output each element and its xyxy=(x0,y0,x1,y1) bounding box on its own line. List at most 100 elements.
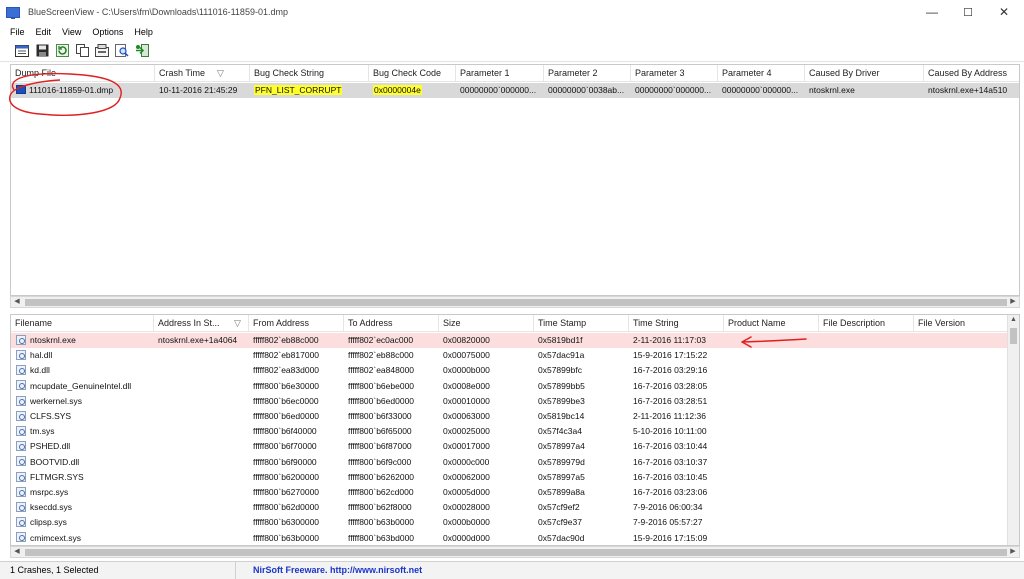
time-string-cell: 7-9-2016 05:57:27 xyxy=(633,517,703,528)
driver-filename: FLTMGR.SYS xyxy=(30,471,84,482)
nirsoft-link[interactable]: NirSoft Freeware. http://www.nirsoft.net xyxy=(236,562,422,579)
col-address-in-stack[interactable]: Address In St... ▽ xyxy=(154,315,249,332)
driver-row[interactable]: kd.dll fffff802`ea83d000 fffff802`ea848000… xyxy=(11,363,1019,378)
driver-filename: tm.sys xyxy=(30,426,55,437)
col-product-name[interactable]: Product Name xyxy=(724,315,819,332)
exit-icon[interactable] xyxy=(134,43,150,59)
to-address-cell: fffff800`b63bd000 xyxy=(348,532,415,543)
time-stamp-cell: 0x57dac90d xyxy=(538,532,585,543)
col-caused-by-driver[interactable]: Caused By Driver xyxy=(805,65,924,82)
driver-list[interactable]: Filename Address In St... ▽ From Address … xyxy=(10,314,1020,546)
col-time-stamp[interactable]: Time Stamp xyxy=(534,315,629,332)
to-address-cell: fffff800`b6262000 xyxy=(348,471,415,482)
col-parameter-3[interactable]: Parameter 3 xyxy=(631,65,718,82)
dump-file-icon xyxy=(16,85,26,95)
driver-file-icon xyxy=(16,471,26,482)
scroll-right-icon[interactable]: ▶ xyxy=(1007,547,1019,557)
to-address-cell: fffff800`b6ebe000 xyxy=(348,380,415,391)
time-stamp-cell: 0x578997a4 xyxy=(538,441,585,452)
driver-row[interactable]: werkernel.sys fffff800`b6ec0000 fffff800`b… xyxy=(11,394,1019,409)
driver-row[interactable]: hal.dll fffff802`eb817000 fffff802`eb88c00… xyxy=(11,348,1019,363)
properties-icon[interactable] xyxy=(14,43,30,59)
filename-cell: mcupdate_GenuineIntel.dll xyxy=(11,379,154,394)
from-address-cell: fffff802`eb88c000 xyxy=(253,335,319,345)
find-icon[interactable] xyxy=(114,43,130,59)
scroll-thumb[interactable] xyxy=(1010,328,1017,344)
maximize-button[interactable]: ☐ xyxy=(950,0,986,24)
menu-view[interactable]: View xyxy=(62,27,81,37)
col-parameter-1[interactable]: Parameter 1 xyxy=(456,65,544,82)
filename-cell: ntoskrnl.exe xyxy=(11,333,154,348)
filename-cell: PSHED.dll xyxy=(11,439,154,454)
menu-file[interactable]: File xyxy=(10,27,25,37)
col-file-description[interactable]: File Description xyxy=(819,315,914,332)
driver-list-vscrollbar[interactable]: ▲ xyxy=(1007,315,1019,545)
save-icon[interactable] xyxy=(34,43,50,59)
driver-row[interactable]: PSHED.dll fffff800`b6f70000 fffff800`b6f87… xyxy=(11,439,1019,454)
to-address-cell: fffff800`b62cd000 xyxy=(348,487,414,497)
driver-row[interactable]: msrpc.sys fffff800`b6270000 fffff800`b62cd… xyxy=(11,485,1019,500)
caused-by-driver-cell: ntoskrnl.exe xyxy=(809,85,855,95)
time-string-cell: 15-9-2016 17:15:09 xyxy=(633,532,708,543)
refresh-icon[interactable] xyxy=(54,43,70,59)
time-stamp-cell: 0x57899be3 xyxy=(538,395,585,406)
col-to-address[interactable]: To Address xyxy=(344,315,439,332)
scroll-left-icon[interactable]: ◀ xyxy=(11,297,23,307)
menu-bar: File Edit View Options Help xyxy=(0,24,1024,40)
time-string-cell: 15-9-2016 17:15:22 xyxy=(633,350,708,361)
to-address-cell: fffff800`b6ed0000 xyxy=(348,395,415,406)
col-from-address[interactable]: From Address xyxy=(249,315,344,332)
driver-row[interactable]: CLFS.SYS fffff800`b6ed0000 fffff800`b6f330… xyxy=(11,409,1019,424)
scroll-thumb[interactable] xyxy=(25,299,1007,306)
minimize-button[interactable]: — xyxy=(914,0,950,24)
crash-list-hscrollbar[interactable]: ◀ ▶ xyxy=(10,296,1020,308)
crash-list[interactable]: Dump File Crash Time ▽ Bug Check String B… xyxy=(10,64,1020,296)
col-parameter-4[interactable]: Parameter 4 xyxy=(718,65,805,82)
time-stamp-cell: 0x5789979d xyxy=(538,456,585,467)
col-file-version[interactable]: File Version xyxy=(914,315,1009,332)
col-size[interactable]: Size xyxy=(439,315,534,332)
col-caused-by-address[interactable]: Caused By Address xyxy=(924,65,1019,82)
menu-edit[interactable]: Edit xyxy=(36,27,52,37)
col-bug-check-string[interactable]: Bug Check String xyxy=(250,65,369,82)
col-bug-check-code[interactable]: Bug Check Code xyxy=(369,65,456,82)
parameter-1-cell: 00000000`000000... xyxy=(460,85,537,95)
address-in-stack-cell xyxy=(154,409,249,424)
col-dump-file[interactable]: Dump File xyxy=(11,65,155,82)
size-cell: 0x00062000 xyxy=(443,471,490,482)
scroll-left-icon[interactable]: ◀ xyxy=(11,547,23,557)
options-icon[interactable] xyxy=(94,43,110,59)
driver-row[interactable]: ntoskrnl.exe ntoskrnl.exe+1a4064 fffff802`… xyxy=(11,333,1019,348)
scroll-up-icon[interactable]: ▲ xyxy=(1010,316,1017,323)
driver-list-hscrollbar[interactable]: ◀ ▶ xyxy=(10,546,1020,558)
col-time-string[interactable]: Time String xyxy=(629,315,724,332)
crash-row[interactable]: 111016-11859-01.dmp 10-11-2016 21:45:29 … xyxy=(11,83,1019,98)
driver-row[interactable]: mcupdate_GenuineIntel.dll fffff800`b6e300… xyxy=(11,379,1019,394)
time-string-cell: 16-7-2016 03:10:44 xyxy=(633,441,708,452)
driver-row[interactable]: clipsp.sys fffff800`b6300000 fffff800`b63b… xyxy=(11,515,1019,530)
size-cell: 0x00025000 xyxy=(443,426,490,437)
scroll-thumb[interactable] xyxy=(25,549,1007,556)
time-string-cell: 2-11-2016 11:12:36 xyxy=(633,411,706,421)
driver-filename: hal.dll xyxy=(30,350,53,361)
driver-row[interactable]: FLTMGR.SYS fffff800`b6200000 fffff800`b626… xyxy=(11,470,1019,485)
size-cell: 0x0000c000 xyxy=(443,456,490,467)
driver-row[interactable]: BOOTVID.dll fffff800`b6f90000 fffff800`b6f… xyxy=(11,455,1019,470)
address-in-stack-cell xyxy=(154,394,249,409)
menu-help[interactable]: Help xyxy=(134,27,153,37)
from-address-cell: fffff800`b6200000 xyxy=(253,471,320,482)
time-stamp-cell: 0x57899bb5 xyxy=(538,380,585,391)
address-in-stack-cell xyxy=(154,455,249,470)
driver-row[interactable]: tm.sys fffff800`b6f40000 fffff800`b6f65000… xyxy=(11,424,1019,439)
col-filename[interactable]: Filename xyxy=(11,315,154,332)
col-crash-time[interactable]: Crash Time ▽ xyxy=(155,65,250,82)
close-button[interactable]: ✕ xyxy=(986,0,1022,24)
col-parameter-2[interactable]: Parameter 2 xyxy=(544,65,631,82)
address-in-stack-cell xyxy=(154,531,249,545)
scroll-right-icon[interactable]: ▶ xyxy=(1007,297,1019,307)
driver-row[interactable]: ksecdd.sys fffff800`b62d0000 fffff800`b62f… xyxy=(11,500,1019,515)
copy-icon[interactable] xyxy=(74,43,90,59)
menu-options[interactable]: Options xyxy=(92,27,123,37)
size-cell: 0x00028000 xyxy=(443,502,490,513)
driver-row[interactable]: cmimcext.sys fffff800`b63b0000 fffff800`b6… xyxy=(11,531,1019,545)
